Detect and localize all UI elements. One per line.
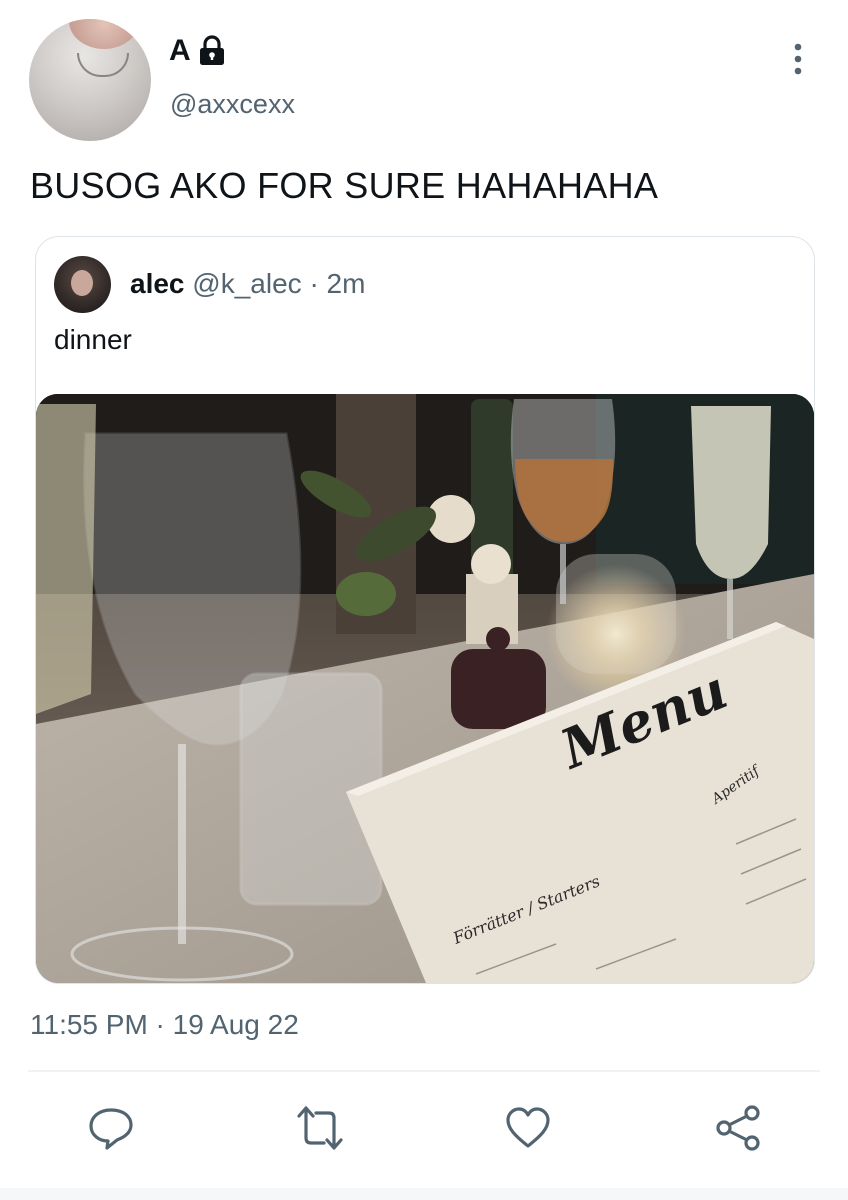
avatar-necklace [77, 53, 129, 77]
quoted-separator: · [309, 268, 319, 299]
quoted-header: alec @k_alec · 2m [130, 268, 365, 300]
avatar-face [69, 19, 139, 49]
quoted-text: dinner [54, 324, 132, 355]
reply-icon[interactable] [87, 1104, 135, 1152]
tweet-actions-bar [0, 1100, 848, 1160]
author-handle[interactable]: @axxcexx [170, 89, 295, 120]
quoted-display-name[interactable]: alec [130, 268, 185, 299]
author-name-row: A [169, 34, 227, 68]
divider [28, 1070, 820, 1072]
retweet-icon[interactable] [296, 1104, 344, 1152]
quoted-time[interactable]: 2m [327, 268, 366, 299]
tweet-text: BUSOG AKO FOR SURE HAHAHAHA [30, 165, 659, 206]
lock-icon [197, 35, 227, 67]
author-avatar[interactable] [29, 19, 151, 141]
quoted-avatar-face [71, 270, 93, 296]
bottom-bar [0, 1188, 848, 1200]
quoted-author-avatar[interactable] [54, 256, 111, 313]
quoted-tweet-card[interactable]: alec @k_alec · 2m dinner Menu Förrätter … [35, 236, 815, 984]
quoted-handle[interactable]: @k_alec [192, 268, 301, 299]
share-icon[interactable] [714, 1104, 762, 1152]
more-vertical-icon[interactable] [786, 42, 810, 78]
author-display-name[interactable]: A [169, 34, 191, 68]
heart-icon[interactable] [504, 1104, 552, 1152]
tweet-timestamp[interactable]: 11:55 PM · 19 Aug 22 [30, 1009, 299, 1041]
quoted-media-photo[interactable]: Menu Förrätter / Starters Aperitif [36, 394, 814, 983]
